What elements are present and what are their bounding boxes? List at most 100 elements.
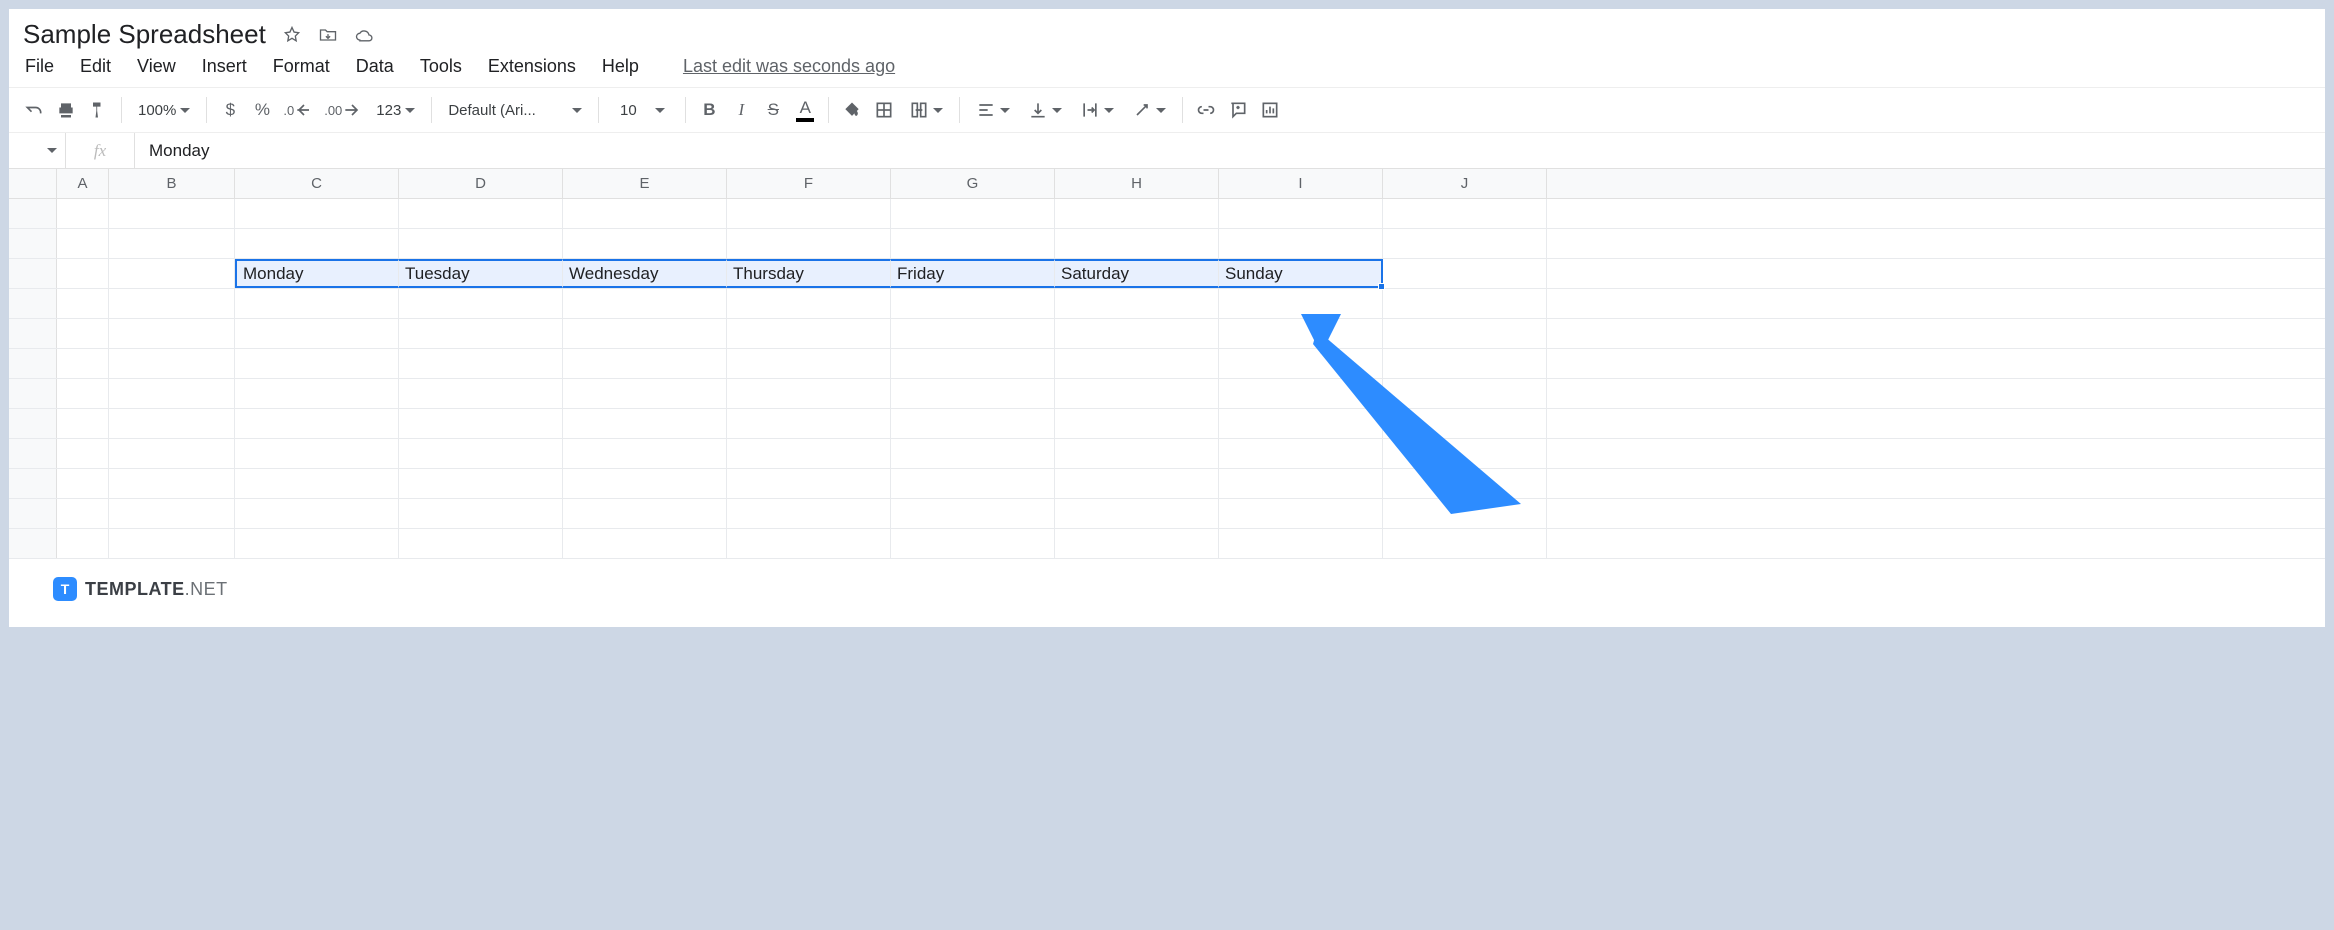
bold-button[interactable]: B — [694, 95, 724, 125]
cell[interactable] — [563, 469, 727, 498]
cell-d3[interactable]: Tuesday — [399, 259, 563, 288]
italic-button[interactable]: I — [726, 95, 756, 125]
cell[interactable] — [399, 379, 563, 408]
menu-format[interactable]: Format — [273, 56, 330, 77]
column-header-b[interactable]: B — [109, 169, 235, 198]
cell[interactable] — [1219, 289, 1383, 318]
cell[interactable] — [235, 439, 399, 468]
cell[interactable] — [109, 319, 235, 348]
cell[interactable] — [563, 499, 727, 528]
cell[interactable] — [563, 349, 727, 378]
cell[interactable] — [109, 529, 235, 558]
column-header-j[interactable]: J — [1383, 169, 1547, 198]
cell[interactable] — [399, 349, 563, 378]
merge-cells-dropdown[interactable] — [901, 95, 951, 125]
cell[interactable] — [109, 199, 235, 228]
last-edit-link[interactable]: Last edit was seconds ago — [683, 56, 895, 77]
cell[interactable] — [1383, 499, 1547, 528]
row-header[interactable] — [9, 379, 57, 408]
row-header[interactable] — [9, 229, 57, 258]
cell[interactable] — [727, 289, 891, 318]
row-header[interactable] — [9, 259, 57, 288]
cell[interactable] — [399, 289, 563, 318]
cell[interactable] — [727, 379, 891, 408]
cell[interactable] — [399, 319, 563, 348]
cell[interactable] — [109, 409, 235, 438]
cell[interactable] — [399, 409, 563, 438]
cell[interactable] — [563, 199, 727, 228]
cloud-status-icon[interactable] — [354, 25, 374, 45]
cell[interactable] — [109, 259, 235, 288]
column-header-g[interactable]: G — [891, 169, 1055, 198]
column-header-c[interactable]: C — [235, 169, 399, 198]
cell[interactable] — [399, 499, 563, 528]
menu-insert[interactable]: Insert — [202, 56, 247, 77]
cell[interactable] — [891, 349, 1055, 378]
move-folder-icon[interactable] — [318, 25, 338, 45]
cell[interactable] — [1219, 409, 1383, 438]
print-button[interactable] — [51, 95, 81, 125]
cell[interactable] — [1055, 469, 1219, 498]
select-all-corner[interactable] — [9, 169, 57, 198]
cell[interactable] — [727, 199, 891, 228]
cell[interactable] — [1219, 469, 1383, 498]
cell[interactable] — [727, 409, 891, 438]
column-header-d[interactable]: D — [399, 169, 563, 198]
column-header-f[interactable]: F — [727, 169, 891, 198]
cell[interactable] — [1383, 469, 1547, 498]
cell[interactable] — [57, 529, 109, 558]
cell-h3[interactable]: Saturday — [1055, 259, 1219, 288]
column-header-h[interactable]: H — [1055, 169, 1219, 198]
cell[interactable] — [399, 229, 563, 258]
star-icon[interactable] — [282, 25, 302, 45]
cell[interactable] — [57, 259, 109, 288]
cell[interactable] — [563, 409, 727, 438]
cell[interactable] — [109, 439, 235, 468]
menu-view[interactable]: View — [137, 56, 176, 77]
currency-button[interactable]: $ — [215, 95, 245, 125]
cell[interactable] — [109, 499, 235, 528]
fill-color-button[interactable] — [837, 95, 867, 125]
cell[interactable] — [235, 499, 399, 528]
cell[interactable] — [891, 529, 1055, 558]
cell[interactable] — [1055, 199, 1219, 228]
cell[interactable] — [1383, 259, 1547, 288]
row-header[interactable] — [9, 469, 57, 498]
cell[interactable] — [1219, 499, 1383, 528]
cell-i3[interactable]: Sunday — [1219, 259, 1383, 288]
text-rotation-dropdown[interactable] — [1124, 95, 1174, 125]
cell[interactable] — [891, 439, 1055, 468]
cell[interactable] — [1383, 349, 1547, 378]
cell[interactable] — [1055, 379, 1219, 408]
cell[interactable] — [727, 529, 891, 558]
cell-g3[interactable]: Friday — [891, 259, 1055, 288]
cell[interactable] — [57, 229, 109, 258]
cell[interactable] — [1219, 319, 1383, 348]
cell[interactable] — [1219, 199, 1383, 228]
more-formats-dropdown[interactable]: 123 — [368, 95, 423, 125]
cell[interactable] — [235, 319, 399, 348]
cell[interactable] — [399, 529, 563, 558]
cell[interactable] — [727, 319, 891, 348]
borders-button[interactable] — [869, 95, 899, 125]
cell[interactable] — [235, 199, 399, 228]
text-wrap-dropdown[interactable] — [1072, 95, 1122, 125]
cell[interactable] — [1383, 379, 1547, 408]
column-header-i[interactable]: I — [1219, 169, 1383, 198]
row-header[interactable] — [9, 319, 57, 348]
strikethrough-button[interactable]: S — [758, 95, 788, 125]
cell[interactable] — [57, 349, 109, 378]
row-header[interactable] — [9, 529, 57, 558]
menu-help[interactable]: Help — [602, 56, 639, 77]
cell[interactable] — [1383, 289, 1547, 318]
cell[interactable] — [1055, 409, 1219, 438]
cell[interactable] — [1219, 379, 1383, 408]
row-header[interactable] — [9, 349, 57, 378]
cell[interactable] — [109, 289, 235, 318]
cell[interactable] — [891, 469, 1055, 498]
cell-c3[interactable]: Monday — [235, 259, 399, 288]
cell-f3[interactable]: Thursday — [727, 259, 891, 288]
column-header-a[interactable]: A — [57, 169, 109, 198]
formula-input[interactable]: Monday — [135, 141, 2325, 161]
cell[interactable] — [891, 289, 1055, 318]
